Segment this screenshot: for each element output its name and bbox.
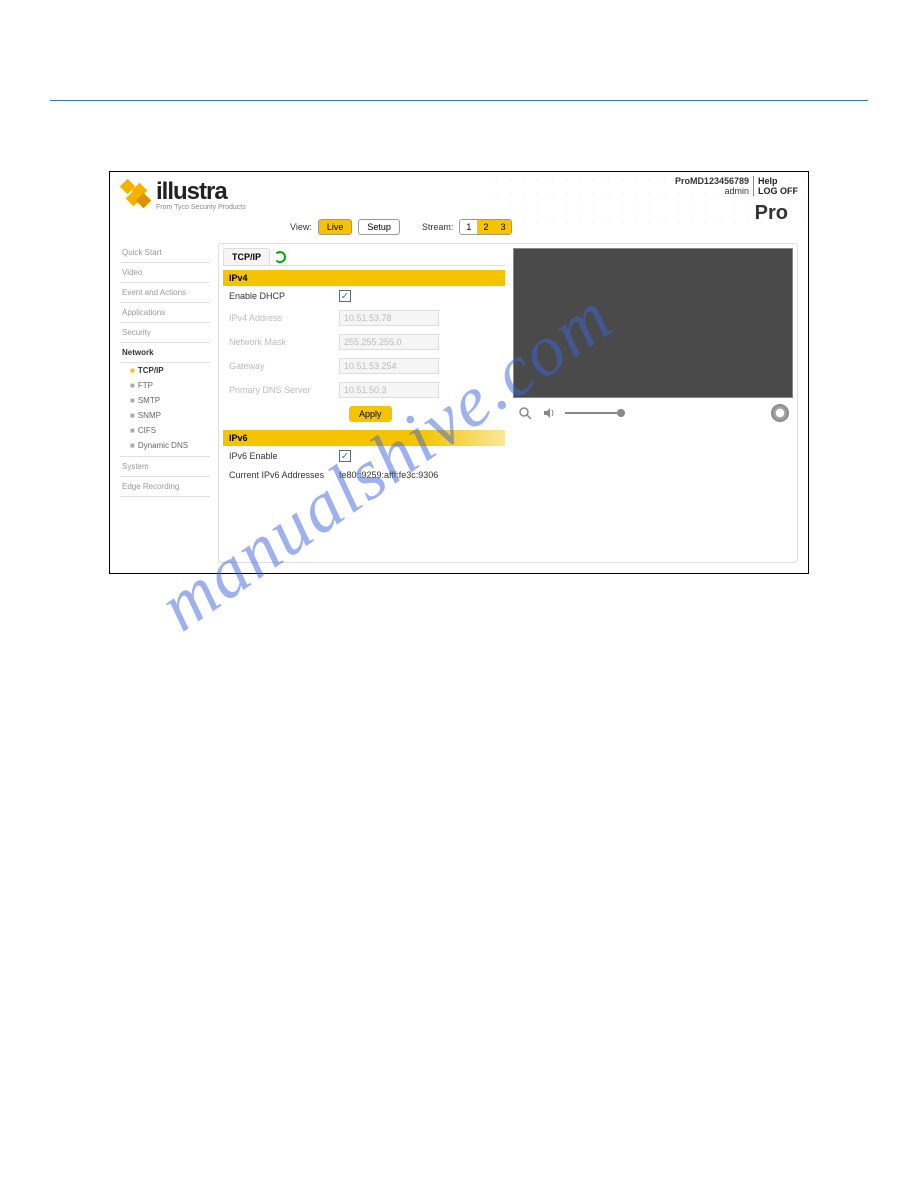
enable-dhcp-label: Enable DHCP <box>229 291 329 301</box>
stop-button[interactable] <box>771 404 789 422</box>
ipv4-address-label: IPv4 Address <box>229 313 329 323</box>
sidebar-sub-ddns[interactable]: ■Dynamic DNS <box>120 438 210 457</box>
brand-logo: illustra From Tyco Security Products <box>120 178 246 211</box>
netmask-label: Network Mask <box>229 337 329 347</box>
stream-1-button[interactable]: 1 <box>460 220 477 234</box>
tab-tcpip[interactable]: TCP/IP <box>223 248 270 265</box>
logoff-link[interactable]: LOG OFF <box>758 186 798 196</box>
sidebar-sub-cifs-label: CIFS <box>138 426 156 435</box>
username-label: admin <box>675 186 749 196</box>
app-window: illustra From Tyco Security Products Pro… <box>109 171 809 574</box>
dns-input[interactable] <box>339 382 439 398</box>
sidebar-sub-ftp[interactable]: ■FTP <box>120 378 210 393</box>
sidebar-sub-ftp-label: FTP <box>138 381 153 390</box>
dns-label: Primary DNS Server <box>229 385 329 395</box>
sidebar-sub-tcpip[interactable]: ■TCP/IP <box>120 363 210 378</box>
ipv4-address-input[interactable] <box>339 310 439 326</box>
logo-cubes-icon <box>120 179 152 211</box>
gateway-label: Gateway <box>229 361 329 371</box>
device-id: ProMD123456789 <box>675 176 749 186</box>
netmask-input[interactable] <box>339 334 439 350</box>
ipv6-section-header: IPv6 <box>223 430 505 446</box>
zoom-icon[interactable] <box>517 405 533 421</box>
brand-text: illustra <box>156 178 246 206</box>
ipv4-section-header: IPv4 <box>223 270 505 286</box>
sidebar-sub-snmp-label: SNMP <box>138 411 161 420</box>
sidebar-item-edge[interactable]: Edge Recording <box>120 477 210 497</box>
video-preview-column <box>513 248 793 558</box>
sidebar-sub-smtp[interactable]: ■SMTP <box>120 393 210 408</box>
sidebar-item-video[interactable]: Video <box>120 263 210 283</box>
sidebar-item-network[interactable]: Network <box>120 343 210 363</box>
product-line-label: Pro <box>755 202 788 225</box>
ipv6-current-value: fe80::9259:afff:fe3c:9306 <box>339 470 438 480</box>
view-label: View: <box>290 222 312 232</box>
video-preview <box>513 248 793 398</box>
sidebar-sub-snmp[interactable]: ■SNMP <box>120 408 210 423</box>
content-panel: TCP/IP IPv4 Enable DHCP ✓ IPv4 Address N… <box>218 243 798 563</box>
sidebar-sub-cifs[interactable]: ■CIFS <box>120 423 210 438</box>
ipv6-enable-label: IPv6 Enable <box>229 451 329 461</box>
volume-slider[interactable] <box>565 412 625 414</box>
setup-button[interactable]: Setup <box>358 219 400 235</box>
sidebar-sub-smtp-label: SMTP <box>138 396 160 405</box>
help-link[interactable]: Help <box>758 176 798 186</box>
divider-line <box>50 100 868 101</box>
sidebar-item-applications[interactable]: Applications <box>120 303 210 323</box>
sidebar-nav: Quick Start Video Event and Actions Appl… <box>120 243 210 497</box>
brand-tagline: From Tyco Security Products <box>156 204 246 211</box>
apply-button[interactable]: Apply <box>349 406 392 422</box>
sidebar-sub-ddns-label: Dynamic DNS <box>138 441 188 450</box>
sidebar-sub-tcpip-label: TCP/IP <box>138 366 164 375</box>
refresh-icon[interactable] <box>274 251 286 263</box>
sidebar-item-quickstart[interactable]: Quick Start <box>120 243 210 263</box>
gateway-input[interactable] <box>339 358 439 374</box>
live-button[interactable]: Live <box>318 219 353 235</box>
sidebar-item-system[interactable]: System <box>120 457 210 477</box>
volume-icon[interactable] <box>541 405 557 421</box>
header-info: ProMD123456789 admin Help LOG OFF <box>675 176 798 196</box>
sidebar-item-security[interactable]: Security <box>120 323 210 343</box>
stream-label: Stream: <box>422 222 454 232</box>
sidebar-item-events[interactable]: Event and Actions <box>120 283 210 303</box>
enable-dhcp-checkbox[interactable]: ✓ <box>339 290 351 302</box>
ipv6-current-label: Current IPv6 Addresses <box>229 470 329 480</box>
ipv6-enable-checkbox[interactable]: ✓ <box>339 450 351 462</box>
